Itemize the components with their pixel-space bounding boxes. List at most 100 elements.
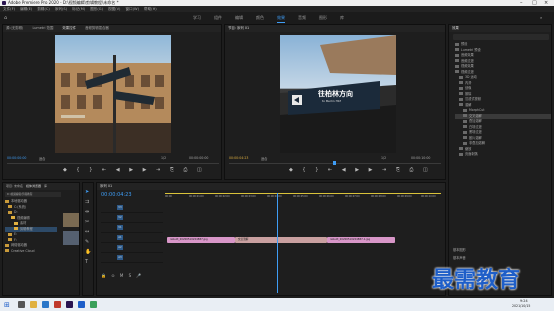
menu-help[interactable]: 帮助(H) [144, 7, 157, 11]
menu-window[interactable]: 窗口(W) [125, 7, 139, 11]
ruler-tick-label: 00:00:02:00 [215, 195, 230, 198]
track-select-tool-icon[interactable]: ⇉ [85, 199, 89, 205]
hand-tool-icon[interactable]: ✋ [85, 249, 91, 255]
project-panel-tabs: 项目: 未命名 媒体浏览器库 [3, 183, 79, 190]
pen-tool-icon[interactable]: ✎ [85, 239, 89, 245]
tab-lumetri-scopes[interactable]: Lumetri 范围 [32, 26, 53, 30]
ruler-tick-label: 00:00:03:00 [241, 195, 256, 198]
building-image [55, 55, 171, 153]
app-icon[interactable] [90, 301, 97, 308]
essential-graphics-panel[interactable]: 基本图形 [453, 247, 466, 252]
tree-item[interactable]: 页面剥落 [455, 152, 551, 158]
effects-search-input[interactable] [453, 34, 549, 40]
app-icon[interactable] [54, 301, 61, 308]
effects-panel-header: 效果 [449, 25, 551, 32]
tab-program[interactable]: 节目: 序列 01 [228, 26, 249, 30]
workspace-graphics[interactable]: 图形 [319, 15, 327, 21]
menu-marker[interactable]: 标记(M) [72, 7, 85, 11]
workspace-color[interactable]: 颜色 [256, 15, 264, 21]
tools-panel: ➤ ⇉ ⇹ ✂ ↔ ✎ ✋ T [82, 182, 94, 296]
type-tool-icon[interactable]: T [85, 259, 88, 265]
program-transport-controls[interactable]: ◆ { } ⇤ ◀ ▶ ▶ ⇥ ⎘ ⎙ ◫ [289, 167, 432, 173]
source-end-timecode: 00:00:00:00 [189, 156, 209, 160]
app-icon[interactable] [78, 301, 85, 308]
program-fit-dropdown[interactable]: 适合 [261, 156, 267, 161]
premiere-taskbar-icon[interactable] [66, 301, 73, 308]
menu-edit[interactable]: 编辑(E) [20, 7, 32, 11]
workspace-learn[interactable]: 学习 [193, 15, 201, 21]
clock-date[interactable]: 2021/10/15 [512, 304, 530, 308]
tab-effects[interactable]: 效果 [452, 26, 459, 30]
ruler-tick-label: 00:00:08:00 [371, 195, 386, 198]
ruler-tick-label: 00:00:09:00 [397, 195, 412, 198]
slip-tool-icon[interactable]: ↔ [85, 229, 89, 235]
timeline-playhead[interactable] [277, 193, 278, 293]
razor-tool-icon[interactable]: ✂ [85, 219, 89, 225]
tab-effect-controls[interactable]: 效果控件 [62, 26, 76, 30]
program-panel-tabs: 节目: 序列 01 [225, 25, 445, 32]
search-icon[interactable]: ⌕ [540, 15, 542, 20]
file-explorer-icon[interactable] [30, 301, 37, 308]
sign-text: 往柏林方向 [318, 90, 353, 98]
essential-sound-panel[interactable]: 基本声音 [453, 255, 466, 260]
program-video-frame: 往柏林方向 to Berlin Hbf [280, 35, 396, 153]
home-icon[interactable]: ⌂ [4, 15, 7, 21]
track-headers: V3 V2 V1 A1 A2 A3 [101, 203, 163, 263]
source-video-frame [55, 35, 171, 153]
track-label[interactable]: A3 [117, 255, 123, 260]
tab-audio-mixer[interactable]: 音频剪辑混合器 [85, 26, 109, 30]
workspace-editing[interactable]: 编辑 [235, 15, 243, 21]
search-taskbar-icon[interactable] [18, 301, 25, 308]
windows-start-icon[interactable]: ⊞ [4, 301, 10, 309]
timeline-clip[interactable]: rebuilt_20200510224887-1.jpg [327, 237, 395, 243]
edge-icon[interactable] [42, 301, 49, 308]
source-resolution-dropdown[interactable]: 1/2 [161, 156, 166, 160]
menu-clip[interactable]: 剪辑(C) [37, 7, 50, 11]
source-monitor-panel: 源:(无剪辑) Lumetri 范围 效果控件 音频剪辑混合器 00:00:00… [2, 24, 222, 180]
track-label[interactable]: V2 [117, 215, 123, 220]
clock-time[interactable]: 9:24 [520, 299, 528, 303]
tab-libraries[interactable]: 库 [44, 184, 47, 188]
tab-sequence[interactable]: 序列 01 [100, 184, 112, 188]
source-fit-dropdown[interactable]: 适合 [39, 156, 45, 161]
tab-source[interactable]: 源:(无剪辑) [6, 26, 23, 30]
selection-tool-icon[interactable]: ➤ [85, 189, 89, 195]
source-scrub-bar[interactable] [7, 163, 219, 164]
track-header-a3: A3 [101, 253, 163, 263]
track-label[interactable]: V1 [117, 225, 123, 230]
track-label[interactable]: V3 [117, 205, 123, 210]
timeline-ruler[interactable]: 00:00 00:00:01:00 00:00:02:00 00:00:03:0… [165, 193, 441, 201]
tree-item[interactable]: Creative Cloud [5, 249, 57, 255]
window-title: Adobe Premiere Pro 2020 - D:\视频编辑\剪辑教程\未… [8, 0, 119, 5]
menu-view[interactable]: 视图(V) [108, 7, 120, 11]
watermark-logo: 最需教育 [432, 267, 521, 293]
program-playhead[interactable] [333, 161, 336, 165]
program-resolution-dropdown[interactable]: 1/2 [381, 156, 386, 160]
track-label[interactable]: A1 [117, 235, 123, 240]
tab-media-browser[interactable]: 媒体浏览器 [26, 184, 41, 188]
source-panel-tabs: 源:(无剪辑) Lumetri 范围 效果控件 音频剪辑混合器 [3, 25, 221, 32]
workspace-effects[interactable]: 效果 [277, 15, 285, 23]
media-thumbnail[interactable] [63, 231, 79, 245]
media-path-input[interactable]: D:\视频编辑\剪辑教程 [5, 192, 61, 197]
workspace-audio[interactable]: 音频 [298, 15, 306, 21]
tab-project[interactable]: 项目: 未命名 [6, 184, 23, 188]
track-control-icons[interactable]: 🔒 ⊙ M S 🎤 [101, 273, 151, 279]
project-panel: 项目: 未命名 媒体浏览器库 D:\视频编辑\剪辑教程 本地驱动器 C:(系统) … [2, 182, 80, 296]
source-transport-controls[interactable]: ◆ { } ⇤ ◀ ▶ ▶ ⇥ ⎘ ⎙ ◫ [63, 167, 206, 173]
program-end-timecode: 00:00:10:00 [411, 156, 431, 160]
track-label[interactable]: A2 [117, 245, 123, 250]
track-header-v3: V3 [101, 203, 163, 213]
menu-graphics[interactable]: 图形(G) [90, 7, 103, 11]
ripple-edit-tool-icon[interactable]: ⇹ [85, 209, 89, 215]
menu-file[interactable]: 文件(F) [3, 7, 15, 11]
transition-clip[interactable]: 交叉溶解 [235, 237, 327, 243]
workspace-libraries[interactable]: 库 [340, 15, 344, 21]
timeline-clip[interactable]: rebuilt_20200510224887.jpg [167, 237, 235, 243]
menu-sequence[interactable]: 序列(S) [55, 7, 67, 11]
work-area-bar[interactable] [165, 193, 441, 194]
workspace-assembly[interactable]: 组件 [214, 15, 222, 21]
track-header-a2: A2 [101, 243, 163, 253]
ruler-tick-label: 00:00:06:00 [319, 195, 334, 198]
media-thumbnail[interactable] [63, 213, 79, 227]
